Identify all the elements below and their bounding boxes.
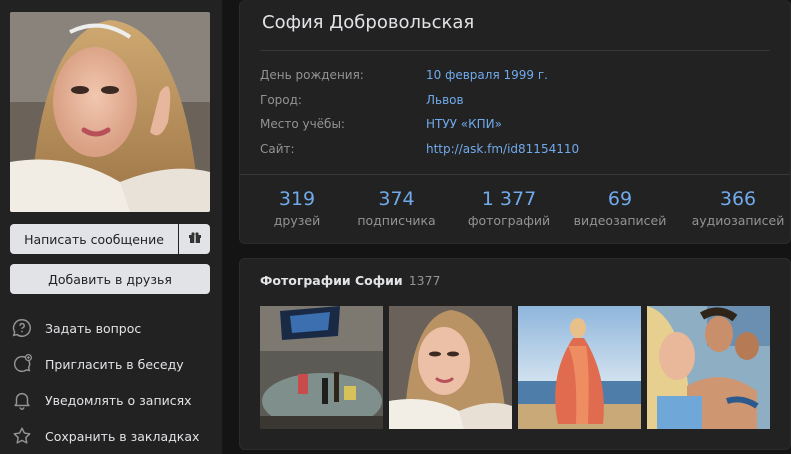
menu-item-notify-posts[interactable]: Уведомлять о записях	[10, 382, 210, 418]
info-label: День рождения:	[260, 68, 364, 82]
photos-card: Фотографии Софии 1377	[239, 258, 791, 450]
info-row-website: Сайт: http://ask.fm/id81154110	[260, 142, 579, 156]
bell-icon	[10, 388, 34, 412]
info-value-education[interactable]: НТУУ «КПИ»	[426, 117, 502, 131]
photo-thumbnail[interactable]	[260, 306, 383, 429]
info-label: Место учёбы:	[260, 117, 345, 131]
question-icon	[10, 316, 34, 340]
star-icon	[10, 424, 34, 448]
counter-label: друзей	[273, 213, 321, 228]
profile-avatar[interactable]	[10, 12, 210, 212]
counter-followers[interactable]: 374 подписчика	[342, 186, 451, 230]
menu-item-ask-question[interactable]: Задать вопрос	[10, 310, 210, 346]
counter-label: аудиозаписей	[691, 213, 785, 228]
add-friend-button[interactable]: Добавить в друзья	[10, 264, 210, 294]
info-label: Сайт:	[260, 142, 295, 156]
profile-counters: 319 друзей 374 подписчика 1 377 фотограф…	[264, 186, 790, 230]
counter-label: подписчика	[357, 213, 436, 228]
info-row-education: Место учёбы: НТУУ «КПИ»	[260, 117, 502, 131]
counter-value: 319	[278, 188, 316, 210]
chat-add-icon	[10, 352, 34, 376]
photo-thumbnail[interactable]	[647, 306, 770, 429]
counter-label: видеозаписей	[573, 213, 667, 228]
menu-item-label: Пригласить в беседу	[45, 356, 184, 372]
profile-actions-menu: Задать вопрос Пригласить в беседу Уведом…	[10, 310, 210, 454]
profile-info-card: София Добровольская День рождения: 10 фе…	[239, 0, 791, 244]
counter-friends[interactable]: 319 друзей	[264, 186, 330, 230]
counter-value: 366	[719, 188, 757, 210]
menu-item-label: Задать вопрос	[45, 320, 142, 336]
counter-value: 374	[378, 188, 415, 210]
send-message-button[interactable]: Написать сообщение	[10, 224, 178, 254]
photos-title-link[interactable]: Фотографии Софии	[260, 273, 403, 288]
info-value-birthday[interactable]: 10 февраля 1999 г.	[426, 68, 548, 82]
menu-item-label: Сохранить в закладках	[45, 428, 200, 444]
info-row-city: Город: Львов	[260, 93, 464, 107]
info-label: Город:	[260, 93, 302, 107]
menu-item-bookmark[interactable]: Сохранить в закладках	[10, 418, 210, 454]
counter-videos[interactable]: 69 видеозаписей	[568, 186, 672, 230]
info-value-city[interactable]: Львов	[426, 93, 464, 107]
counter-label: фотографий	[467, 213, 551, 228]
photos-header: Фотографии Софии 1377	[260, 273, 441, 288]
photos-count: 1377	[408, 273, 441, 288]
info-row-birthday: День рождения: 10 февраля 1999 г.	[260, 68, 548, 82]
profile-name: София Добровольская	[262, 12, 475, 33]
send-gift-button[interactable]	[179, 224, 210, 254]
photo-thumbnail[interactable]	[389, 306, 512, 429]
menu-item-label: Уведомлять о записях	[45, 392, 192, 408]
counter-audio[interactable]: 366 аудиозаписей	[686, 186, 790, 230]
counter-photos[interactable]: 1 377 фотографий	[465, 186, 553, 230]
profile-sidebar: Написать сообщение Добавить в друзья Зад…	[0, 0, 222, 454]
profile-action-row: Написать сообщение	[10, 224, 210, 254]
photo-thumbnail[interactable]	[518, 306, 641, 429]
counter-value: 69	[607, 188, 633, 210]
divider	[260, 50, 770, 51]
info-value-website[interactable]: http://ask.fm/id81154110	[426, 142, 579, 156]
gift-icon	[188, 231, 201, 247]
menu-item-invite-chat[interactable]: Пригласить в беседу	[10, 346, 210, 382]
counter-value: 1 377	[481, 188, 537, 210]
divider	[240, 174, 790, 175]
